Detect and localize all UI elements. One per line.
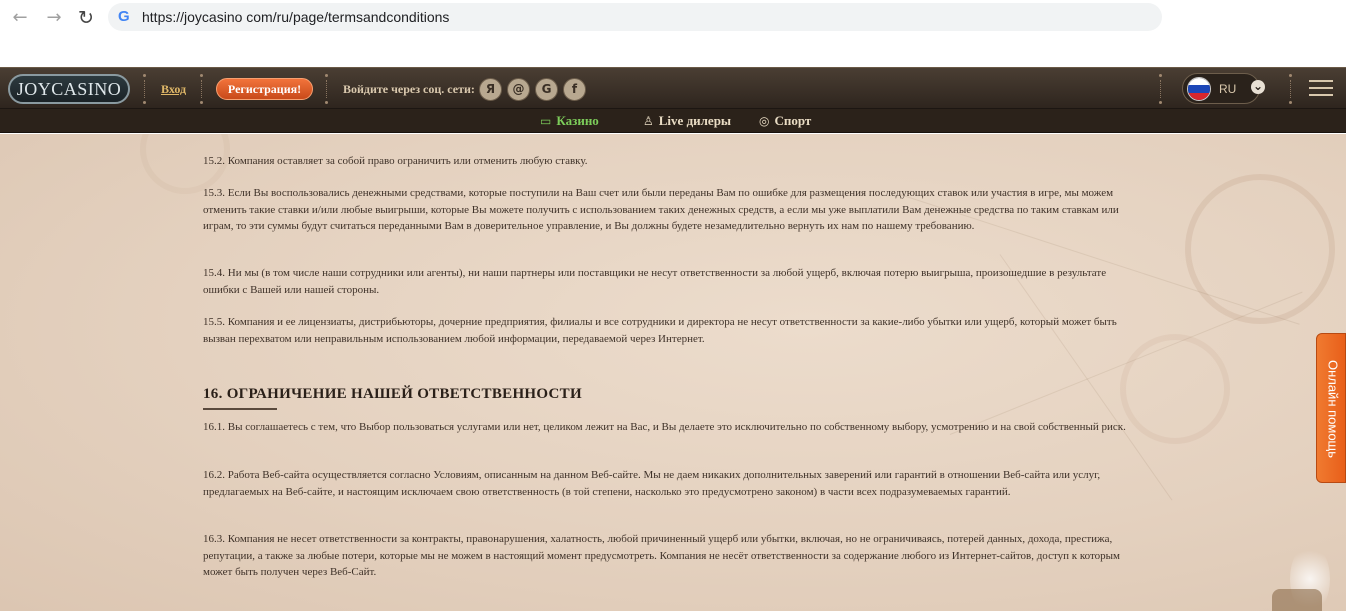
site-header: JOYCASINO Вход Регистрация! Войдите чере…: [0, 67, 1346, 109]
terms-paragraph-15-2: 15.2. Компания оставляет за собой право …: [203, 155, 588, 167]
joycasino-logo[interactable]: JOYCASINO: [8, 74, 130, 104]
rivet-divider: [195, 70, 209, 108]
terms-paragraph-15-5: 15.5. Компания и ее лицензиаты, дистрибь…: [203, 316, 1117, 345]
sub-navigation: ▭ Казино ♙ Live дилеры ◎ Спорт: [0, 109, 1346, 133]
url-text[interactable]: https://joycasino com/ru/page/termsandco…: [142, 9, 449, 25]
terms-content[interactable]: 15.2. Компания оставляет за собой право …: [0, 134, 1346, 611]
rivet-divider: [320, 70, 334, 108]
rivet-divider: [1154, 70, 1168, 108]
arrow-right-icon[interactable]: →: [42, 6, 66, 30]
slot-machine-icon: ▭: [540, 114, 552, 128]
terms-paragraph-15-4: 15.4. Ни мы (в том числе наши сотрудники…: [203, 267, 1107, 296]
terms-paragraph-16-1: 16.1. Вы соглашаетесь с тем, что Выбор п…: [203, 421, 1126, 433]
facebook-icon[interactable]: f: [563, 78, 586, 101]
language-selector[interactable]: RU: [1182, 73, 1260, 104]
google-icon[interactable]: G: [535, 78, 558, 101]
hamburger-menu-icon[interactable]: [1309, 80, 1333, 98]
rivet-divider: [1284, 70, 1298, 108]
online-help-label: Онлайн помощь: [1325, 359, 1341, 459]
ball-icon: ◎: [759, 114, 770, 128]
online-help-button[interactable]: Онлайн помощь: [1316, 333, 1346, 483]
mail-icon[interactable]: @: [507, 78, 530, 101]
section-16-title: 16. ОГРАНИЧЕНИЕ НАШЕЙ ОТВЕТСТВЕННОСТИ: [203, 386, 582, 402]
social-login-label: Войдите через соц. сети:: [343, 82, 475, 96]
terms-paragraph-16-3: 16.3. Компания не несет ответственности …: [203, 533, 1121, 578]
dealer-icon: ♙: [643, 114, 654, 128]
browser-toolbar: ← → ↻ G https://joycasino com/ru/page/te…: [0, 0, 1346, 67]
rivet-divider: [138, 70, 152, 108]
address-bar[interactable]: G https://joycasino com/ru/page/termsand…: [108, 3, 1162, 31]
reload-icon[interactable]: ↻: [74, 6, 98, 30]
nav-live-dealers[interactable]: ♙ Live дилеры: [643, 113, 731, 129]
arrow-left-icon[interactable]: ←: [8, 6, 32, 30]
chevron-down-icon[interactable]: ⌄: [1251, 80, 1265, 94]
nav-sport[interactable]: ◎ Спорт: [759, 113, 811, 129]
nav-casino[interactable]: ▭ Казино: [540, 113, 599, 129]
language-code: RU: [1219, 82, 1237, 96]
register-button[interactable]: Регистрация!: [216, 78, 313, 100]
title-underline: [203, 408, 277, 410]
terms-paragraph-16-2: 16.2. Работа Веб-сайта осуществляется со…: [203, 469, 1101, 498]
machine-decoration: [1272, 589, 1322, 611]
decor-ring: [1185, 174, 1335, 324]
russia-flag-icon: [1187, 77, 1211, 101]
login-link[interactable]: Вход: [161, 82, 186, 97]
google-icon: G: [118, 8, 130, 25]
yandex-icon[interactable]: Я: [479, 78, 502, 101]
terms-paragraph-15-3: 15.3. Если Вы воспользовались денежными …: [203, 187, 1119, 232]
